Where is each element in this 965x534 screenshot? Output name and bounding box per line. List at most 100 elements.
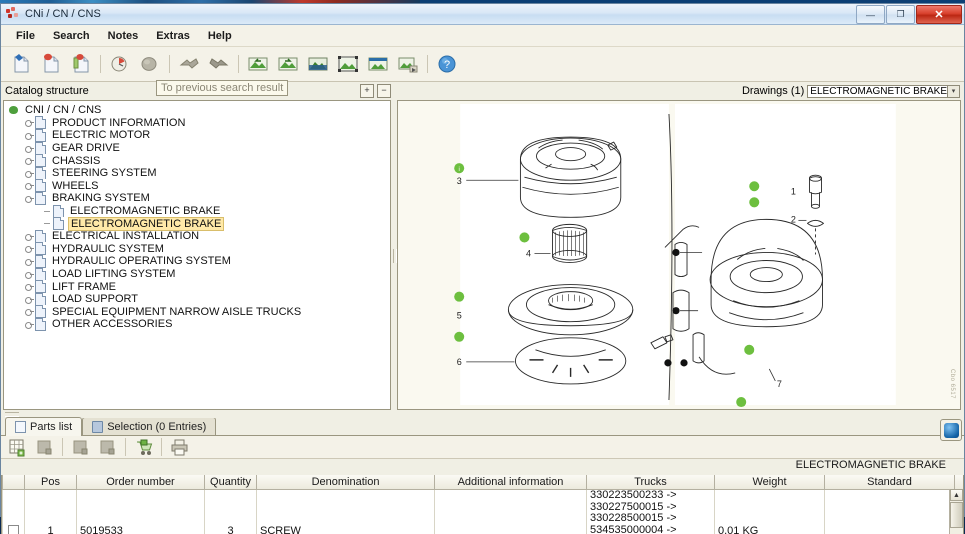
tree-expand-toggle[interactable] <box>24 130 35 141</box>
maximize-button[interactable]: ❐ <box>886 5 915 24</box>
scroll-up-button[interactable]: ▲ <box>950 489 963 501</box>
collapse-all-button[interactable]: − <box>377 84 391 98</box>
tree-expand-toggle[interactable] <box>24 117 35 128</box>
tree-node-label: LIFT FRAME <box>50 281 118 293</box>
tree-node[interactable]: CHASSIS <box>6 154 390 167</box>
tree-node[interactable]: SPECIAL EQUIPMENT NARROW AISLE TRUCKS <box>6 306 390 319</box>
copy-icon[interactable] <box>35 438 54 457</box>
export-icon[interactable] <box>98 438 117 457</box>
tree-node[interactable]: PRODUCT INFORMATION <box>6 117 390 130</box>
picture-fit-icon[interactable] <box>336 52 360 76</box>
new-document-blue-icon[interactable] <box>9 52 33 76</box>
column-header-pos[interactable]: Pos <box>25 475 77 490</box>
tree-expand-toggle[interactable] <box>24 256 35 267</box>
tab-selection-label: Selection (0 Entries) <box>107 421 206 433</box>
tree-expand-toggle[interactable] <box>24 269 35 280</box>
parts-table-scrollbar[interactable]: ▲ <box>949 489 963 534</box>
menu-item-file[interactable]: File <box>7 28 44 44</box>
new-document-green-icon[interactable] <box>69 52 93 76</box>
tree-expand-toggle[interactable] <box>24 168 35 179</box>
menu-item-extras[interactable]: Extras <box>147 28 199 44</box>
tree-node-label: ELECTRIC MOTOR <box>50 129 152 141</box>
paste-icon[interactable] <box>71 438 90 457</box>
drawing-select[interactable]: ELECTROMAGNETIC BRAKE ▾ <box>807 85 960 98</box>
tree-expand-toggle[interactable] <box>24 155 35 166</box>
parts-table-header-row: Pos Order number Quantity Denomination A… <box>3 475 965 490</box>
column-header-order-number[interactable]: Order number <box>77 475 205 490</box>
tree-node[interactable]: HYDRAULIC SYSTEM <box>6 243 390 256</box>
tree-expand-toggle[interactable] <box>24 143 35 154</box>
folder-document-icon <box>35 230 46 243</box>
tree-node[interactable]: HYDRAULIC OPERATING SYSTEM <box>6 255 390 268</box>
catalog-tree[interactable]: CNI / CN / CNSPRODUCT INFORMATIONELECTRI… <box>3 100 391 410</box>
tab-selection[interactable]: Selection (0 Entries) <box>82 417 216 435</box>
tree-expand-toggle[interactable] <box>24 319 35 330</box>
cell-quantity <box>205 490 257 525</box>
table-row[interactable]: 330223500233 -> 330227500015 -> 33022850… <box>3 490 965 525</box>
cell-standard <box>825 525 955 534</box>
tree-node[interactable]: LOAD SUPPORT <box>6 293 390 306</box>
add-to-grid-icon[interactable] <box>8 438 27 457</box>
column-header-trucks[interactable]: Trucks <box>587 475 715 490</box>
tab-parts-list[interactable]: Parts list <box>5 417 82 436</box>
menu-item-help[interactable]: Help <box>199 28 241 44</box>
tree-expand-toggle[interactable] <box>24 294 35 305</box>
picture-view-icon[interactable] <box>306 52 330 76</box>
print-icon[interactable] <box>170 438 189 457</box>
tree-expand-toggle[interactable] <box>24 180 35 191</box>
table-row[interactable]: 150195333SCREW534535000004 ->0,01 KG <box>3 525 965 534</box>
chevron-down-icon[interactable]: ▾ <box>947 86 959 97</box>
cell-weight: 0,01 KG <box>715 525 825 534</box>
previous-search-result-icon[interactable] <box>177 52 201 76</box>
parts-table-body: 330223500233 -> 330227500015 -> 33022850… <box>3 490 965 534</box>
tree-node[interactable]: GEAR DRIVE <box>6 142 390 155</box>
parts-toolbar <box>1 436 964 459</box>
scrollbar-thumb[interactable] <box>950 502 963 528</box>
main-split: CNI / CN / CNSPRODUCT INFORMATIONELECTRI… <box>1 100 964 410</box>
tree-node[interactable]: BRAKING SYSTEM <box>6 192 390 205</box>
close-button[interactable]: ✕ <box>916 5 962 24</box>
shopping-cart-icon[interactable] <box>134 438 153 457</box>
tree-node[interactable]: WHEELS <box>6 180 390 193</box>
tree-node[interactable]: LIFT FRAME <box>6 280 390 293</box>
minimize-button[interactable]: — <box>856 5 885 24</box>
picture-export-icon[interactable] <box>396 52 420 76</box>
help-icon[interactable]: ? <box>435 52 459 76</box>
horizontal-splitter[interactable] <box>1 410 964 418</box>
tree-node[interactable]: ELECTROMAGNETIC BRAKE <box>6 217 390 230</box>
tree-expand-toggle[interactable] <box>24 281 35 292</box>
drawing-pane[interactable]: i 3 4 5 6 <box>397 100 961 410</box>
globe-icon[interactable] <box>940 419 962 441</box>
row-checkbox[interactable] <box>8 525 19 534</box>
tree-node[interactable]: CNI / CN / CNS <box>6 104 390 117</box>
parts-toolbar-separator <box>62 438 63 456</box>
tree-node[interactable]: LOAD LIFTING SYSTEM <box>6 268 390 281</box>
tree-node[interactable]: STEERING SYSTEM <box>6 167 390 180</box>
parts-table-wrapper[interactable]: Pos Order number Quantity Denomination A… <box>1 475 964 534</box>
tree-expand-toggle[interactable] <box>24 243 35 254</box>
tree-node[interactable]: ELECTROMAGNETIC BRAKE <box>6 205 390 218</box>
tree-node[interactable]: ELECTRIC MOTOR <box>6 129 390 142</box>
tree-expand-toggle[interactable] <box>24 193 35 204</box>
expand-all-button[interactable]: + <box>360 84 374 98</box>
column-header-check[interactable] <box>3 475 25 490</box>
svg-text:i: i <box>459 167 460 173</box>
column-header-additional-information[interactable]: Additional information <box>435 475 587 490</box>
picture-back-icon[interactable] <box>246 52 270 76</box>
menu-item-search[interactable]: Search <box>44 28 99 44</box>
search-clock-icon[interactable] <box>108 52 132 76</box>
column-header-denomination[interactable]: Denomination <box>257 475 435 490</box>
new-document-red-icon[interactable] <box>39 52 63 76</box>
tree-expand-toggle[interactable] <box>24 231 35 242</box>
picture-forward-icon[interactable] <box>276 52 300 76</box>
menu-item-notes[interactable]: Notes <box>99 28 148 44</box>
column-header-quantity[interactable]: Quantity <box>205 475 257 490</box>
tree-expand-toggle[interactable] <box>24 306 35 317</box>
column-header-standard[interactable]: Standard <box>825 475 955 490</box>
next-search-result-icon[interactable] <box>207 52 231 76</box>
tree-node[interactable]: OTHER ACCESSORIES <box>6 318 390 331</box>
picture-window-icon[interactable] <box>366 52 390 76</box>
search-gray-icon[interactable] <box>138 52 162 76</box>
column-header-weight[interactable]: Weight <box>715 475 825 490</box>
tree-node[interactable]: ELECTRICAL INSTALLATION <box>6 230 390 243</box>
